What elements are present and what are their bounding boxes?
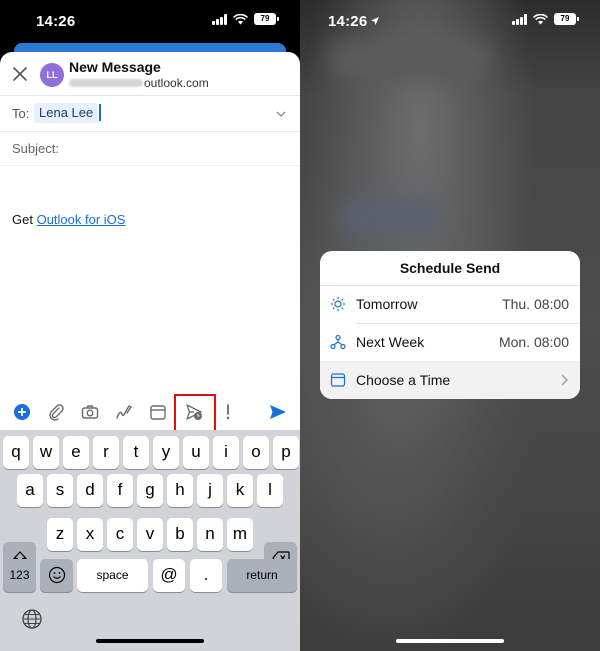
emoji-icon — [48, 566, 65, 584]
key-w[interactable]: w — [33, 436, 59, 469]
battery-icon: 79 — [254, 13, 279, 25]
schedule-send-menu: Schedule Send Tomorrow Thu. 08:00 Next W… — [320, 251, 580, 399]
importance-icon[interactable] — [218, 402, 238, 422]
key-g[interactable]: g — [137, 474, 163, 507]
menu-item-choose-time[interactable]: Choose a Time — [320, 361, 580, 399]
key-d[interactable]: d — [77, 474, 103, 507]
send-icon[interactable] — [268, 402, 288, 422]
key-p[interactable]: p — [273, 436, 299, 469]
network-icon — [330, 334, 346, 350]
subject-label: Subject: — [12, 141, 59, 156]
key-e[interactable]: e — [63, 436, 89, 469]
signature-link[interactable]: Outlook for iOS — [37, 212, 126, 227]
draw-icon[interactable] — [114, 402, 134, 422]
status-time: 14:26 — [36, 13, 76, 30]
from-address[interactable]: outlook.com — [69, 76, 209, 90]
key-b[interactable]: b — [167, 518, 193, 551]
key-v[interactable]: v — [137, 518, 163, 551]
from-domain: outlook.com — [144, 76, 209, 90]
globe-icon[interactable] — [21, 608, 43, 630]
emoji-key[interactable] — [40, 559, 73, 592]
chevron-down-icon[interactable] — [276, 109, 286, 119]
home-indicator — [396, 639, 504, 643]
key-y[interactable]: y — [153, 436, 179, 469]
compose-screen: 14:26 79 LL New Message outlook.com To: … — [0, 0, 300, 651]
status-bar: 14:26 79 — [0, 0, 300, 44]
text-cursor — [99, 104, 101, 121]
blur-shape — [330, 40, 490, 80]
key-x[interactable]: x — [77, 518, 103, 551]
calendar-icon — [330, 373, 346, 387]
menu-item-next-week[interactable]: Next Week Mon. 08:00 — [320, 323, 580, 361]
key-n[interactable]: n — [197, 518, 223, 551]
sun-icon — [331, 297, 345, 311]
key-o[interactable]: o — [243, 436, 269, 469]
key-u[interactable]: u — [183, 436, 209, 469]
key-l[interactable]: l — [257, 474, 283, 507]
blur-shape — [340, 200, 440, 236]
key-a[interactable]: a — [17, 474, 43, 507]
key-z[interactable]: z — [47, 518, 73, 551]
keyboard: qwertyuiop asdfghjkl zxcvbnm 123 space @… — [0, 430, 300, 651]
add-icon[interactable] — [12, 402, 32, 422]
attachment-icon[interactable] — [46, 402, 66, 422]
signature-text: Get — [12, 212, 33, 227]
battery-icon: 79 — [554, 13, 579, 25]
to-field[interactable]: To: Lena Lee — [0, 96, 300, 132]
key-c[interactable]: c — [107, 518, 133, 551]
location-icon — [371, 17, 380, 25]
key-r[interactable]: r — [93, 436, 119, 469]
wifi-icon — [533, 13, 548, 24]
compose-title: New Message — [69, 59, 161, 75]
key-t[interactable]: t — [123, 436, 149, 469]
key-k[interactable]: k — [227, 474, 253, 507]
key-i[interactable]: i — [213, 436, 239, 469]
schedule-screen: 14:26 79 Schedule Send Tomorrow Thu. 08:… — [300, 0, 600, 651]
chevron-right-icon — [561, 374, 568, 386]
space-key[interactable]: space — [77, 559, 148, 592]
highlight-box — [174, 394, 216, 432]
menu-item-value: Mon. 08:00 — [498, 334, 569, 350]
home-indicator — [96, 639, 204, 643]
cellular-signal-icon — [512, 13, 527, 25]
calendar-icon[interactable] — [148, 402, 168, 422]
recipient-chip[interactable]: Lena Lee — [34, 103, 99, 123]
redacted-text — [69, 79, 143, 87]
camera-icon[interactable] — [80, 402, 100, 422]
menu-item-value: Thu. 08:00 — [502, 296, 569, 312]
numbers-key[interactable]: 123 — [3, 559, 36, 592]
compose-sheet: LL New Message outlook.com To: Lena Lee … — [0, 52, 300, 430]
menu-item-label: Next Week — [356, 334, 425, 350]
compose-header: LL New Message outlook.com — [0, 52, 300, 96]
key-q[interactable]: q — [3, 436, 29, 469]
key-m[interactable]: m — [227, 518, 253, 551]
signature: Get Outlook for iOS — [12, 212, 125, 227]
dot-key[interactable]: . — [190, 559, 222, 592]
status-time: 14:26 — [328, 13, 380, 30]
wifi-icon — [233, 13, 248, 24]
compose-toolbar — [0, 398, 300, 430]
key-s[interactable]: s — [47, 474, 73, 507]
menu-title: Schedule Send — [399, 260, 501, 276]
close-icon[interactable] — [12, 66, 28, 82]
return-key[interactable]: return — [227, 559, 297, 592]
menu-item-tomorrow[interactable]: Tomorrow Thu. 08:00 — [320, 285, 580, 323]
at-key[interactable]: @ — [153, 559, 185, 592]
key-j[interactable]: j — [197, 474, 223, 507]
to-label: To: — [12, 106, 30, 121]
key-f[interactable]: f — [107, 474, 133, 507]
avatar: LL — [40, 63, 64, 87]
cellular-signal-icon — [212, 13, 227, 25]
menu-item-label: Tomorrow — [356, 296, 418, 312]
key-h[interactable]: h — [167, 474, 193, 507]
menu-item-label: Choose a Time — [356, 372, 451, 388]
subject-field[interactable]: Subject: — [0, 132, 300, 166]
status-bar: 14:26 79 — [300, 0, 600, 44]
